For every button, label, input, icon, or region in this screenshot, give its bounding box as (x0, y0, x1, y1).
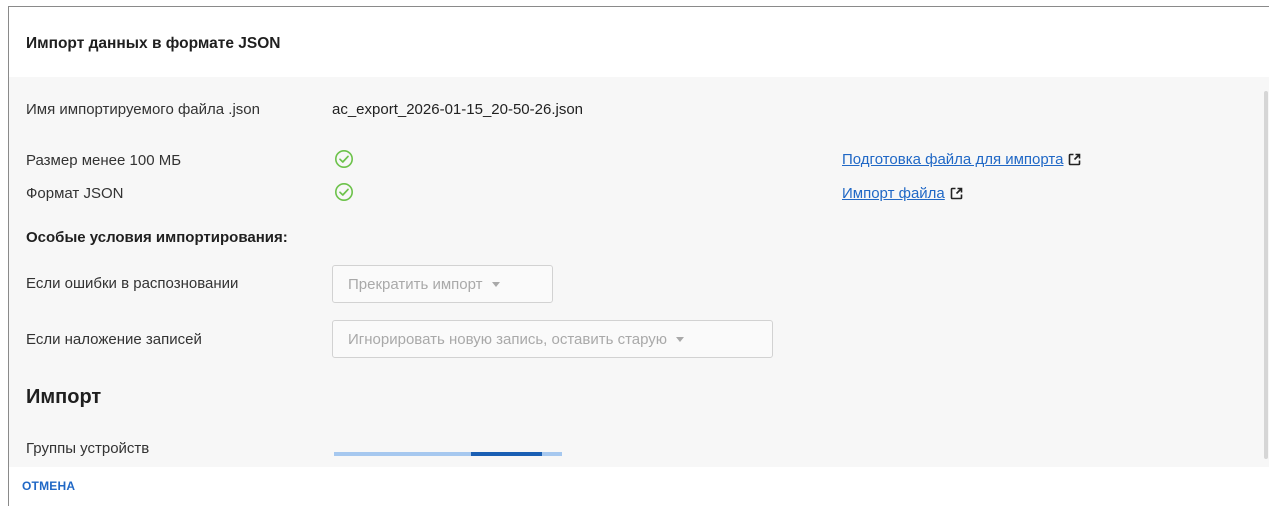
conditions-title: Особые условия импортирования: (26, 229, 288, 246)
check-circle-icon (335, 150, 353, 168)
chevron-down-icon (676, 336, 685, 342)
import-section-title: Импорт (26, 386, 102, 408)
format-check-label: Формат JSON (26, 185, 124, 202)
dialog-header: Импорт данных в формате JSON (9, 7, 1269, 77)
size-check-label: Размер менее 100 МБ (26, 152, 182, 169)
dialog-scrollbar[interactable] (1261, 77, 1269, 467)
import-file-link-row: Импорт файла (842, 185, 963, 202)
import-progress-bar (334, 452, 562, 456)
import-file-link[interactable]: Импорт файла (842, 185, 945, 202)
file-name-value: ac_export_2026-01-15_20-50-26.json (332, 101, 584, 118)
dialog-body: Имя импортируемого файла .json ac_export… (9, 77, 1262, 467)
overlap-condition-value: Игнорировать новую запись, оставить стар… (348, 330, 668, 348)
file-name-label: Имя импортируемого файла .json (26, 101, 260, 118)
overlap-condition-select[interactable]: Игнорировать новую запись, оставить стар… (332, 320, 773, 358)
prepare-file-link[interactable]: Подготовка файла для импорта (842, 151, 1063, 168)
scrollbar-thumb[interactable] (1264, 91, 1268, 459)
overlap-condition-label: Если наложение записей (26, 331, 202, 348)
chevron-down-icon (491, 281, 500, 287)
dialog-title: Импорт данных в формате JSON (26, 35, 281, 52)
errors-condition-value: Прекратить импорт (348, 275, 483, 293)
errors-condition-label: Если ошибки в распознoвании (26, 275, 239, 292)
import-item-label: Группы устройств (26, 440, 150, 457)
errors-condition-select[interactable]: Прекратить импорт (332, 265, 553, 303)
external-link-icon[interactable] (950, 187, 963, 200)
cancel-button[interactable]: ОТМЕНА (22, 479, 75, 493)
check-circle-icon (335, 183, 353, 201)
import-progress-indicator (471, 452, 542, 456)
prepare-file-link-row: Подготовка файла для импорта (842, 151, 1081, 168)
external-link-icon[interactable] (1068, 153, 1081, 166)
